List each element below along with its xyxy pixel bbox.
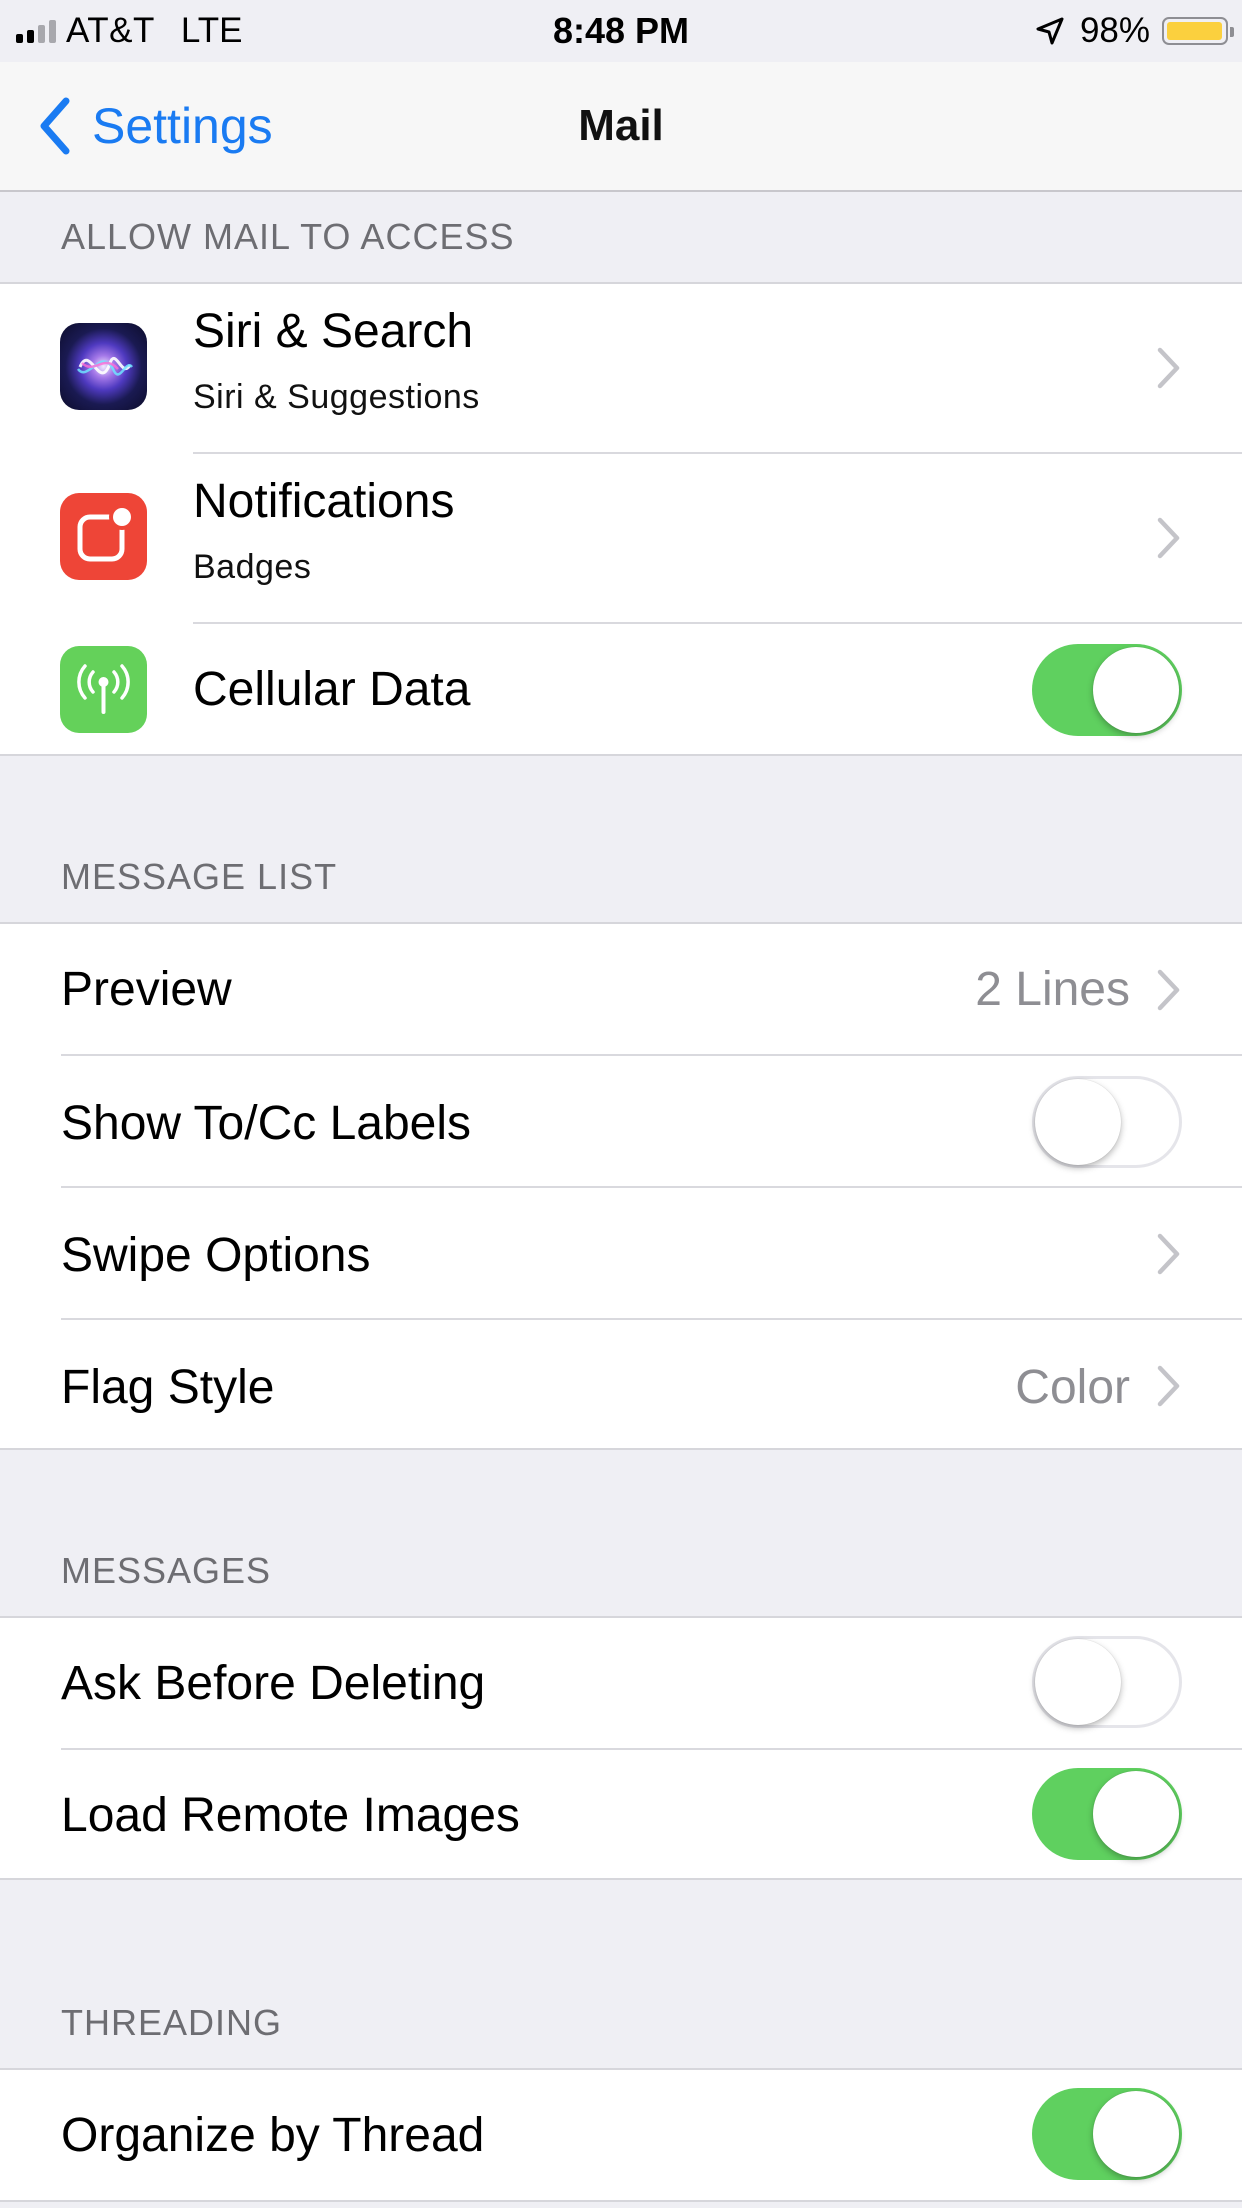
status-bar: AT&T LTE 8:48 PM 98% xyxy=(0,0,1242,62)
battery-percent: 98% xyxy=(1079,11,1150,50)
chevron-right-icon xyxy=(1157,1365,1180,1407)
notifications-label: Notifications xyxy=(193,475,455,528)
cellular-data-toggle[interactable] xyxy=(1032,644,1182,736)
cellular-data-label: Cellular Data xyxy=(193,663,471,716)
row-preview[interactable]: Preview 2 Lines xyxy=(0,924,1242,1056)
toggle-knob xyxy=(1093,1771,1179,1857)
show-to-cc-labels-toggle[interactable] xyxy=(1032,1076,1182,1168)
message-list-group: Preview 2 Lines Show To/Cc Labels Swipe … xyxy=(0,922,1242,1450)
status-right: 98% xyxy=(1034,10,1234,52)
row-siri-search[interactable]: Siri & Search Siri & Suggestions xyxy=(0,284,1242,454)
flag-style-label: Flag Style xyxy=(61,1361,275,1414)
chevron-right-icon xyxy=(1157,347,1180,389)
notifications-subtitle: Badges xyxy=(193,548,312,586)
location-arrow-icon xyxy=(1036,17,1064,45)
siri-search-label: Siri & Search xyxy=(193,305,474,358)
flag-style-value: Color xyxy=(1015,1361,1130,1414)
preview-label: Preview xyxy=(61,963,232,1016)
row-cellular-data: Cellular Data xyxy=(0,624,1242,756)
preview-value: 2 Lines xyxy=(975,963,1130,1016)
organize-by-thread-toggle[interactable] xyxy=(1032,2088,1182,2180)
toggle-knob xyxy=(1035,1079,1121,1165)
notifications-icon xyxy=(60,493,147,580)
messages-group: Ask Before Deleting Load Remote Images xyxy=(0,1616,1242,1880)
cellular-antenna-icon xyxy=(60,646,147,733)
section-header-allow-access: ALLOW MAIL TO ACCESS xyxy=(61,216,515,257)
chevron-right-icon xyxy=(1157,969,1180,1011)
chevron-right-icon xyxy=(1157,517,1180,559)
section-header-message-list: MESSAGE LIST xyxy=(61,856,338,897)
row-ask-before-deleting: Ask Before Deleting xyxy=(0,1618,1242,1750)
row-swipe-options[interactable]: Swipe Options xyxy=(0,1188,1242,1320)
threading-group: Organize by Thread xyxy=(0,2068,1242,2202)
section-header-threading: THREADING xyxy=(61,2002,283,2043)
siri-icon xyxy=(60,323,147,410)
swipe-options-label: Swipe Options xyxy=(61,1229,371,1282)
row-notifications[interactable]: Notifications Badges xyxy=(0,454,1242,624)
battery-icon xyxy=(1162,17,1234,45)
show-to-cc-labels-label: Show To/Cc Labels xyxy=(61,1097,472,1150)
chevron-right-icon xyxy=(1157,1233,1180,1275)
load-remote-images-label: Load Remote Images xyxy=(61,1789,520,1842)
row-show-to-cc-labels: Show To/Cc Labels xyxy=(0,1056,1242,1188)
section-header-messages: MESSAGES xyxy=(61,1550,272,1591)
organize-by-thread-label: Organize by Thread xyxy=(61,2109,485,2162)
toggle-knob xyxy=(1093,2091,1179,2177)
ask-before-deleting-label: Ask Before Deleting xyxy=(61,1657,486,1710)
row-flag-style[interactable]: Flag Style Color xyxy=(0,1320,1242,1450)
row-load-remote-images: Load Remote Images xyxy=(0,1750,1242,1880)
siri-search-subtitle: Siri & Suggestions xyxy=(193,378,480,416)
toggle-knob xyxy=(1093,647,1179,733)
allow-access-group: Siri & Search Siri & Suggestions Notific… xyxy=(0,282,1242,756)
battery-fill xyxy=(1167,22,1222,40)
load-remote-images-toggle[interactable] xyxy=(1032,1768,1182,1860)
navigation-bar: Settings Mail xyxy=(0,62,1242,192)
page-title: Mail xyxy=(578,101,664,150)
ask-before-deleting-toggle[interactable] xyxy=(1032,1636,1182,1728)
row-organize-by-thread: Organize by Thread xyxy=(0,2070,1242,2200)
toggle-knob xyxy=(1035,1639,1121,1725)
